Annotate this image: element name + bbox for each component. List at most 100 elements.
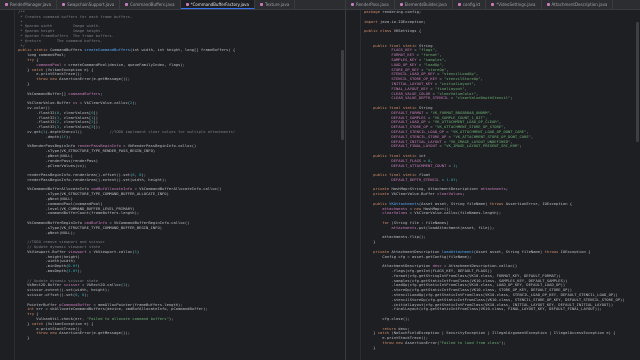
tab-right-2[interactable]: config.kt (453, 0, 487, 9)
right-editor[interactable]: package rendering.config; import java.io.… (346, 10, 640, 360)
code-token: = VkClearValue.calloc( (79, 100, 131, 106)
right-scrollbar[interactable] (635, 10, 640, 360)
code-token: //TODO implement clear values for multip… (109, 128, 236, 134)
code-token: ; (455, 176, 458, 182)
left-code-area[interactable]: /** * Creates command buffers for each f… (15, 10, 345, 360)
code-token: AssertionError(e.getMessage()); (59, 330, 131, 336)
file-icon (185, 2, 189, 6)
tab-left-1[interactable]: SwapchainSupport.java (57, 0, 121, 9)
code-token: ; (510, 95, 513, 101)
code-token: .maxDepth( (18, 268, 69, 274)
code-line[interactable]: .finalLayout(cfg.getStaticIntFromClass(V… (364, 307, 640, 312)
code-token: cv (72, 100, 80, 106)
code-token: , (480, 76, 483, 82)
right-code-area[interactable]: package rendering.config; import java.io.… (361, 10, 640, 360)
code-token: ); (77, 268, 83, 274)
code-token: DEFAULT_DEPTH_STENCIL (364, 176, 442, 182)
code-token: "clearValueDepthStencil" (455, 95, 511, 101)
code-token: .commandBufferCount(frameBuffers.length)… (18, 210, 140, 216)
code-token: .pNext(NULL); (18, 229, 76, 235)
code-token: } (18, 335, 30, 341)
code-token: cfg.close(); (364, 316, 410, 321)
code-token: "Failed to load from class" (439, 339, 502, 345)
code-token: CLEAR_VALUE_DEPTH_STENCIL (364, 95, 451, 101)
tab-left-3[interactable]: *CommandBufferFactory.java (180, 0, 256, 9)
code-token: AssertionError( (405, 339, 440, 345)
code-token: "Failed to allocate command buffers" (86, 316, 169, 321)
code-token: Config cfg = asset.getConfig(fileName); (364, 253, 472, 259)
tab-label: Texture.java (265, 2, 290, 7)
file-icon (351, 3, 354, 6)
code-token: package (364, 10, 383, 14)
file-icon (457, 3, 461, 6)
code-token: VkClearValue.Buffer (391, 191, 438, 197)
code-token: clearValues (364, 210, 410, 216)
code-token: ; (462, 191, 465, 197)
code-token: } (364, 239, 376, 245)
code-token: ; (505, 186, 509, 192)
line-number (346, 346, 360, 351)
code-token: ; (100, 90, 103, 96)
code-token: ; (519, 143, 522, 149)
left-scroll-thumb[interactable] (341, 50, 344, 140)
code-line[interactable]: } (18, 335, 345, 341)
tab-left-4[interactable]: Texture.java (255, 0, 296, 9)
code-token: , (530, 133, 534, 139)
file-icon (5, 3, 8, 6)
code-token: ); (66, 133, 71, 139)
left-tab-bar: RenderManager.java SwapchainSupport.java C… (0, 0, 345, 10)
code-token: throws (544, 248, 561, 254)
code-token: = VkViewport.calloc( (88, 248, 135, 254)
code-token: commandBuffers (68, 90, 101, 96)
code-token: = VkClearValue.calloc(fileNames.length); (409, 210, 502, 216)
code-token: ) (136, 248, 140, 254)
tab-right-3[interactable]: *VideoSettings.java (486, 0, 542, 9)
code-token: renderPassBeginInfo.renderArea().extent(… (18, 176, 167, 182)
code-token: import (364, 18, 381, 24)
code-token: err = vkAllocateCommandBuffers(device, c… (36, 306, 208, 312)
code-token: } (18, 80, 30, 86)
tab-right-4[interactable]: AttachmentDescription.java (542, 0, 614, 9)
code-token: createCommandBuffers (84, 47, 131, 53)
tab-label: SwapchainSupport.java (67, 2, 115, 7)
code-token: private (364, 191, 392, 197)
code-token: .pClearValues(cv); (18, 162, 87, 168)
ide-window: RenderManager.java SwapchainSupport.java C… (0, 0, 640, 360)
code-line[interactable]: } (364, 345, 640, 351)
code-token: ); (84, 292, 89, 298)
file-icon (125, 3, 129, 6)
tab-left-2[interactable]: CommandBuffers.java (120, 0, 181, 9)
right-tab-bar: RenderPass.java ElementsBuilder.java confi… (346, 0, 640, 10)
left-editor-pane: RenderManager.java SwapchainSupport.java C… (0, 0, 346, 360)
code-token: , (489, 109, 493, 115)
right-editor-pane: RenderPass.java ElementsBuilder.java confi… (346, 0, 640, 360)
right-line-gutter (346, 10, 361, 360)
file-icon (260, 3, 264, 6)
code-token: (int width, int height, long[] frameBuff… (130, 47, 236, 53)
code-token: , (473, 80, 477, 86)
code-token: ; (455, 162, 458, 168)
code-token: VkCommandBuffer[] (18, 90, 69, 96)
tab-right-0[interactable]: RenderPass.java (346, 0, 395, 9)
code-token: DEFAULT_FINAL_LAYOUT (364, 143, 440, 149)
code-token: AssertionError(e.getMessage()); (59, 76, 131, 82)
tab-label: RenderManager.java (10, 2, 52, 7)
left-editor[interactable]: /** * Creates command buffers for each f… (0, 10, 345, 360)
file-icon (491, 3, 495, 6)
tab-right-1[interactable]: ElementsBuilder.java (395, 0, 453, 9)
code-token: rendering.config; (382, 10, 422, 14)
code-token: .put(loadAttachment(asset, file)); (416, 224, 495, 230)
right-scroll-thumb[interactable] (636, 22, 639, 142)
code-token: attachments (364, 224, 417, 230)
code-token: clearValues (437, 191, 463, 197)
tab-label: *VideoSettings.java (496, 2, 536, 7)
code-token: ); (132, 100, 137, 106)
tab-left-0[interactable]: RenderManager.java (0, 0, 58, 9)
code-token: IOException { (560, 248, 591, 254)
code-token: VKSettings { (393, 28, 422, 34)
code-token: attachments (480, 186, 506, 192)
code-token: "VK_IMAGE_LAYOUT_PRESENT_SRC_KHR" (444, 143, 520, 149)
code-token: AssertionError, IOException { (505, 200, 573, 206)
left-scrollbar[interactable] (340, 10, 345, 360)
code-token: throws (489, 200, 506, 206)
